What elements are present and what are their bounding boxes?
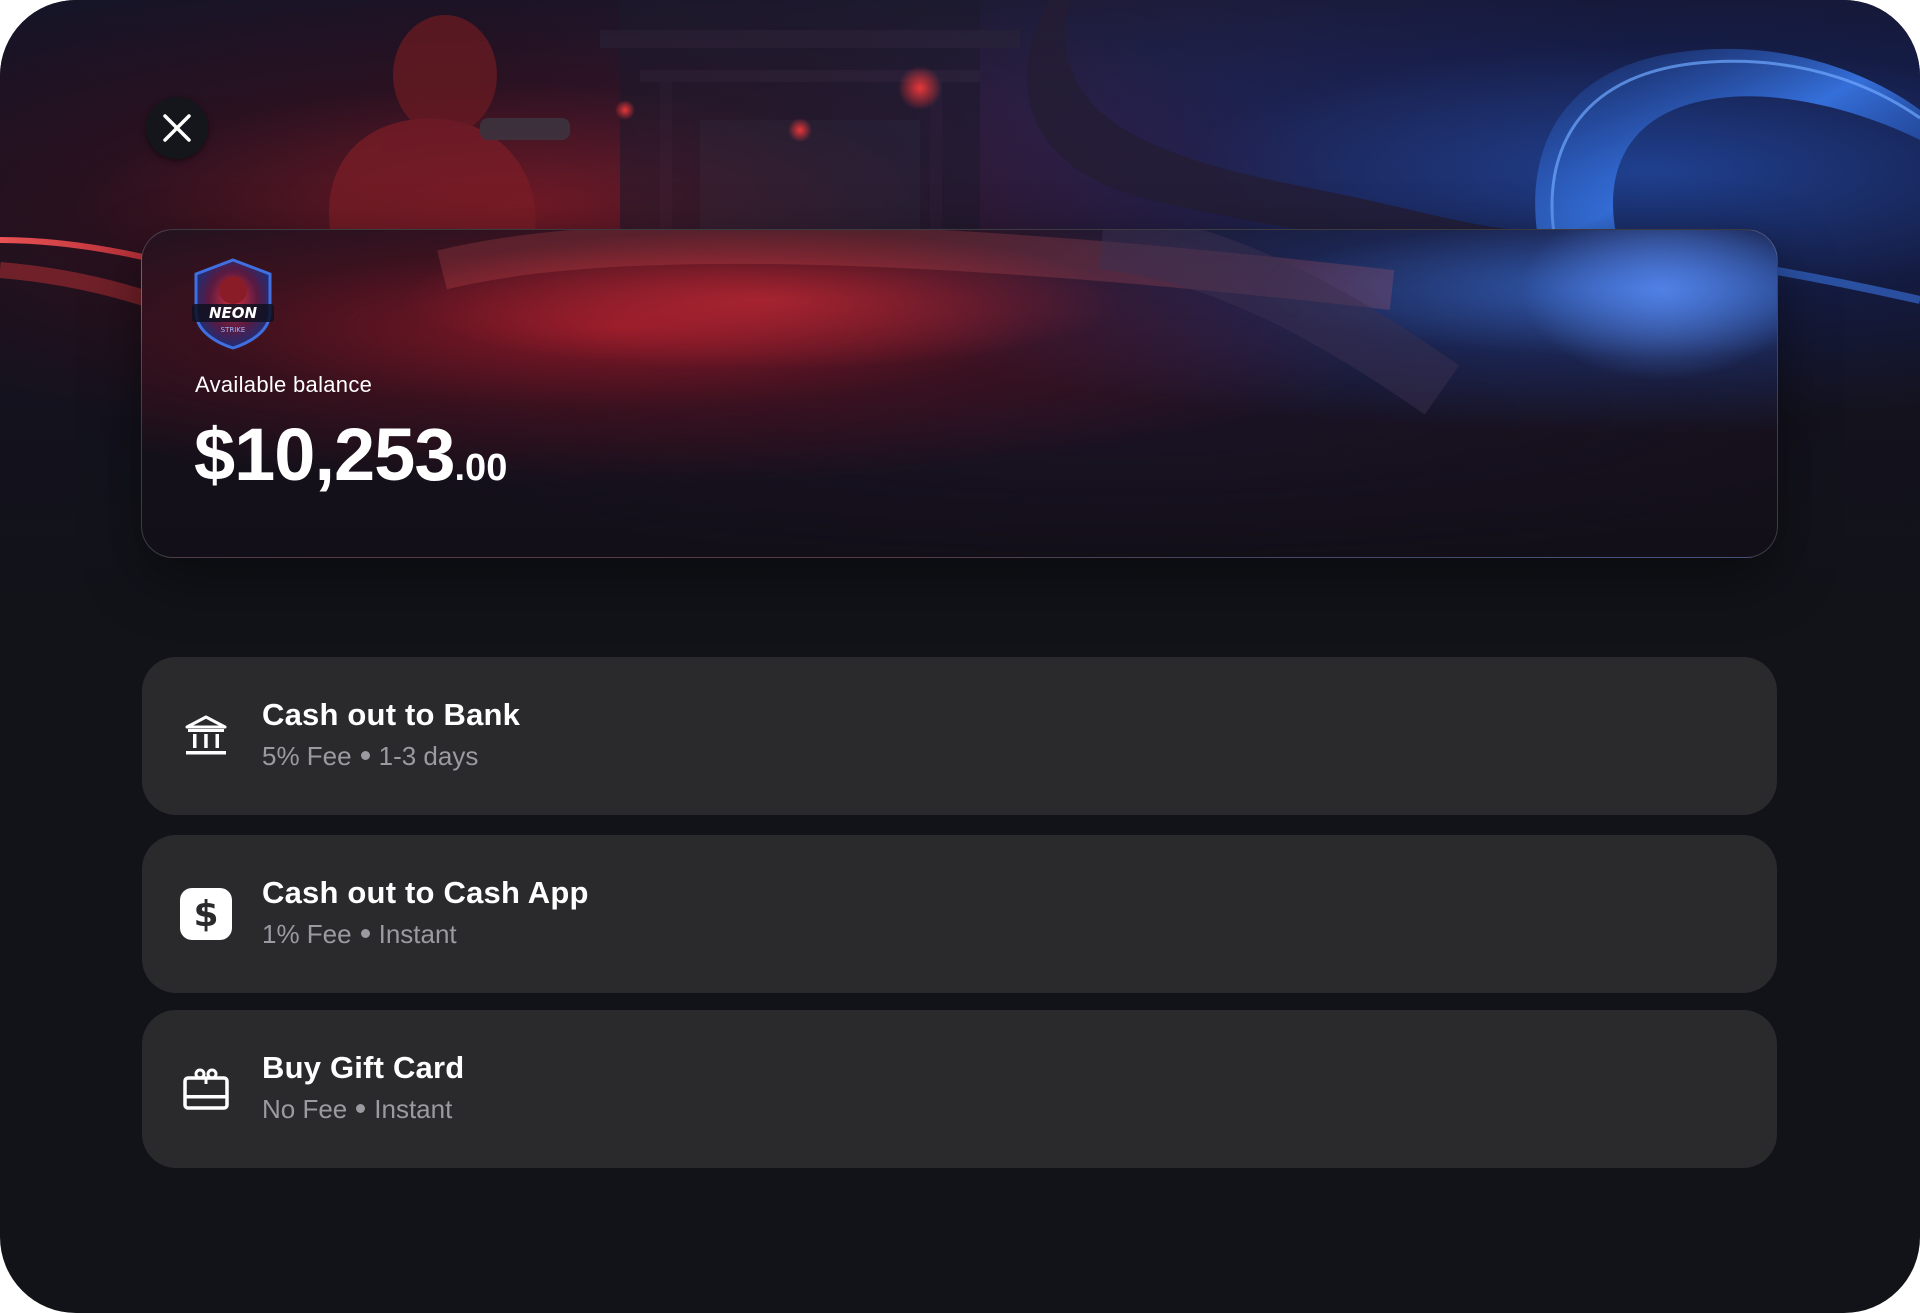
cashout-modal: NEON STRIKE Available balance $10,253.00… <box>0 0 1920 1313</box>
separator-dot <box>360 750 370 760</box>
option-title: Buy Gift Card <box>262 1050 465 1085</box>
balance-label: Available balance <box>195 372 373 397</box>
option-speed: 1-3 days <box>378 741 479 771</box>
option-title: Cash out to Bank <box>262 697 521 732</box>
balance-amount-cents: .00 <box>454 447 508 489</box>
close-icon <box>163 114 191 142</box>
cash-out-cash-app-option[interactable]: $ Cash out to Cash App 1% Fee Instant <box>142 835 1777 993</box>
cash-app-icon: $ <box>174 882 238 946</box>
option-subtitle: No Fee Instant <box>262 1094 452 1125</box>
separator-dot <box>360 928 370 938</box>
option-fee: No Fee <box>262 1094 348 1124</box>
svg-text:NEON: NEON <box>209 304 258 322</box>
balance-amount: $10,253.00 <box>194 412 507 497</box>
neon-strike-logo: NEON STRIKE <box>192 258 274 350</box>
bank-icon <box>174 704 238 768</box>
option-subtitle: 1% Fee Instant <box>262 919 457 950</box>
separator-dot <box>356 1103 366 1113</box>
game-logo: NEON STRIKE <box>186 256 280 350</box>
option-fee: 1% Fee <box>262 919 352 949</box>
svg-text:$: $ <box>193 894 218 935</box>
option-title: Cash out to Cash App <box>262 875 589 910</box>
buy-gift-card-option[interactable]: Buy Gift Card No Fee Instant <box>142 1010 1777 1168</box>
option-subtitle: 5% Fee 1-3 days <box>262 741 478 772</box>
close-button[interactable] <box>146 97 208 159</box>
balance-amount-main: $10,253 <box>194 413 455 496</box>
balance-card-art <box>402 230 1777 415</box>
balance-card: NEON STRIKE Available balance $10,253.00 <box>141 229 1778 558</box>
option-speed: Instant <box>374 1094 453 1124</box>
svg-text:STRIKE: STRIKE <box>221 326 246 334</box>
cash-out-bank-option[interactable]: Cash out to Bank 5% Fee 1-3 days <box>142 657 1777 815</box>
option-fee: 5% Fee <box>262 741 352 771</box>
option-speed: Instant <box>378 919 457 949</box>
gift-card-icon <box>174 1057 238 1121</box>
